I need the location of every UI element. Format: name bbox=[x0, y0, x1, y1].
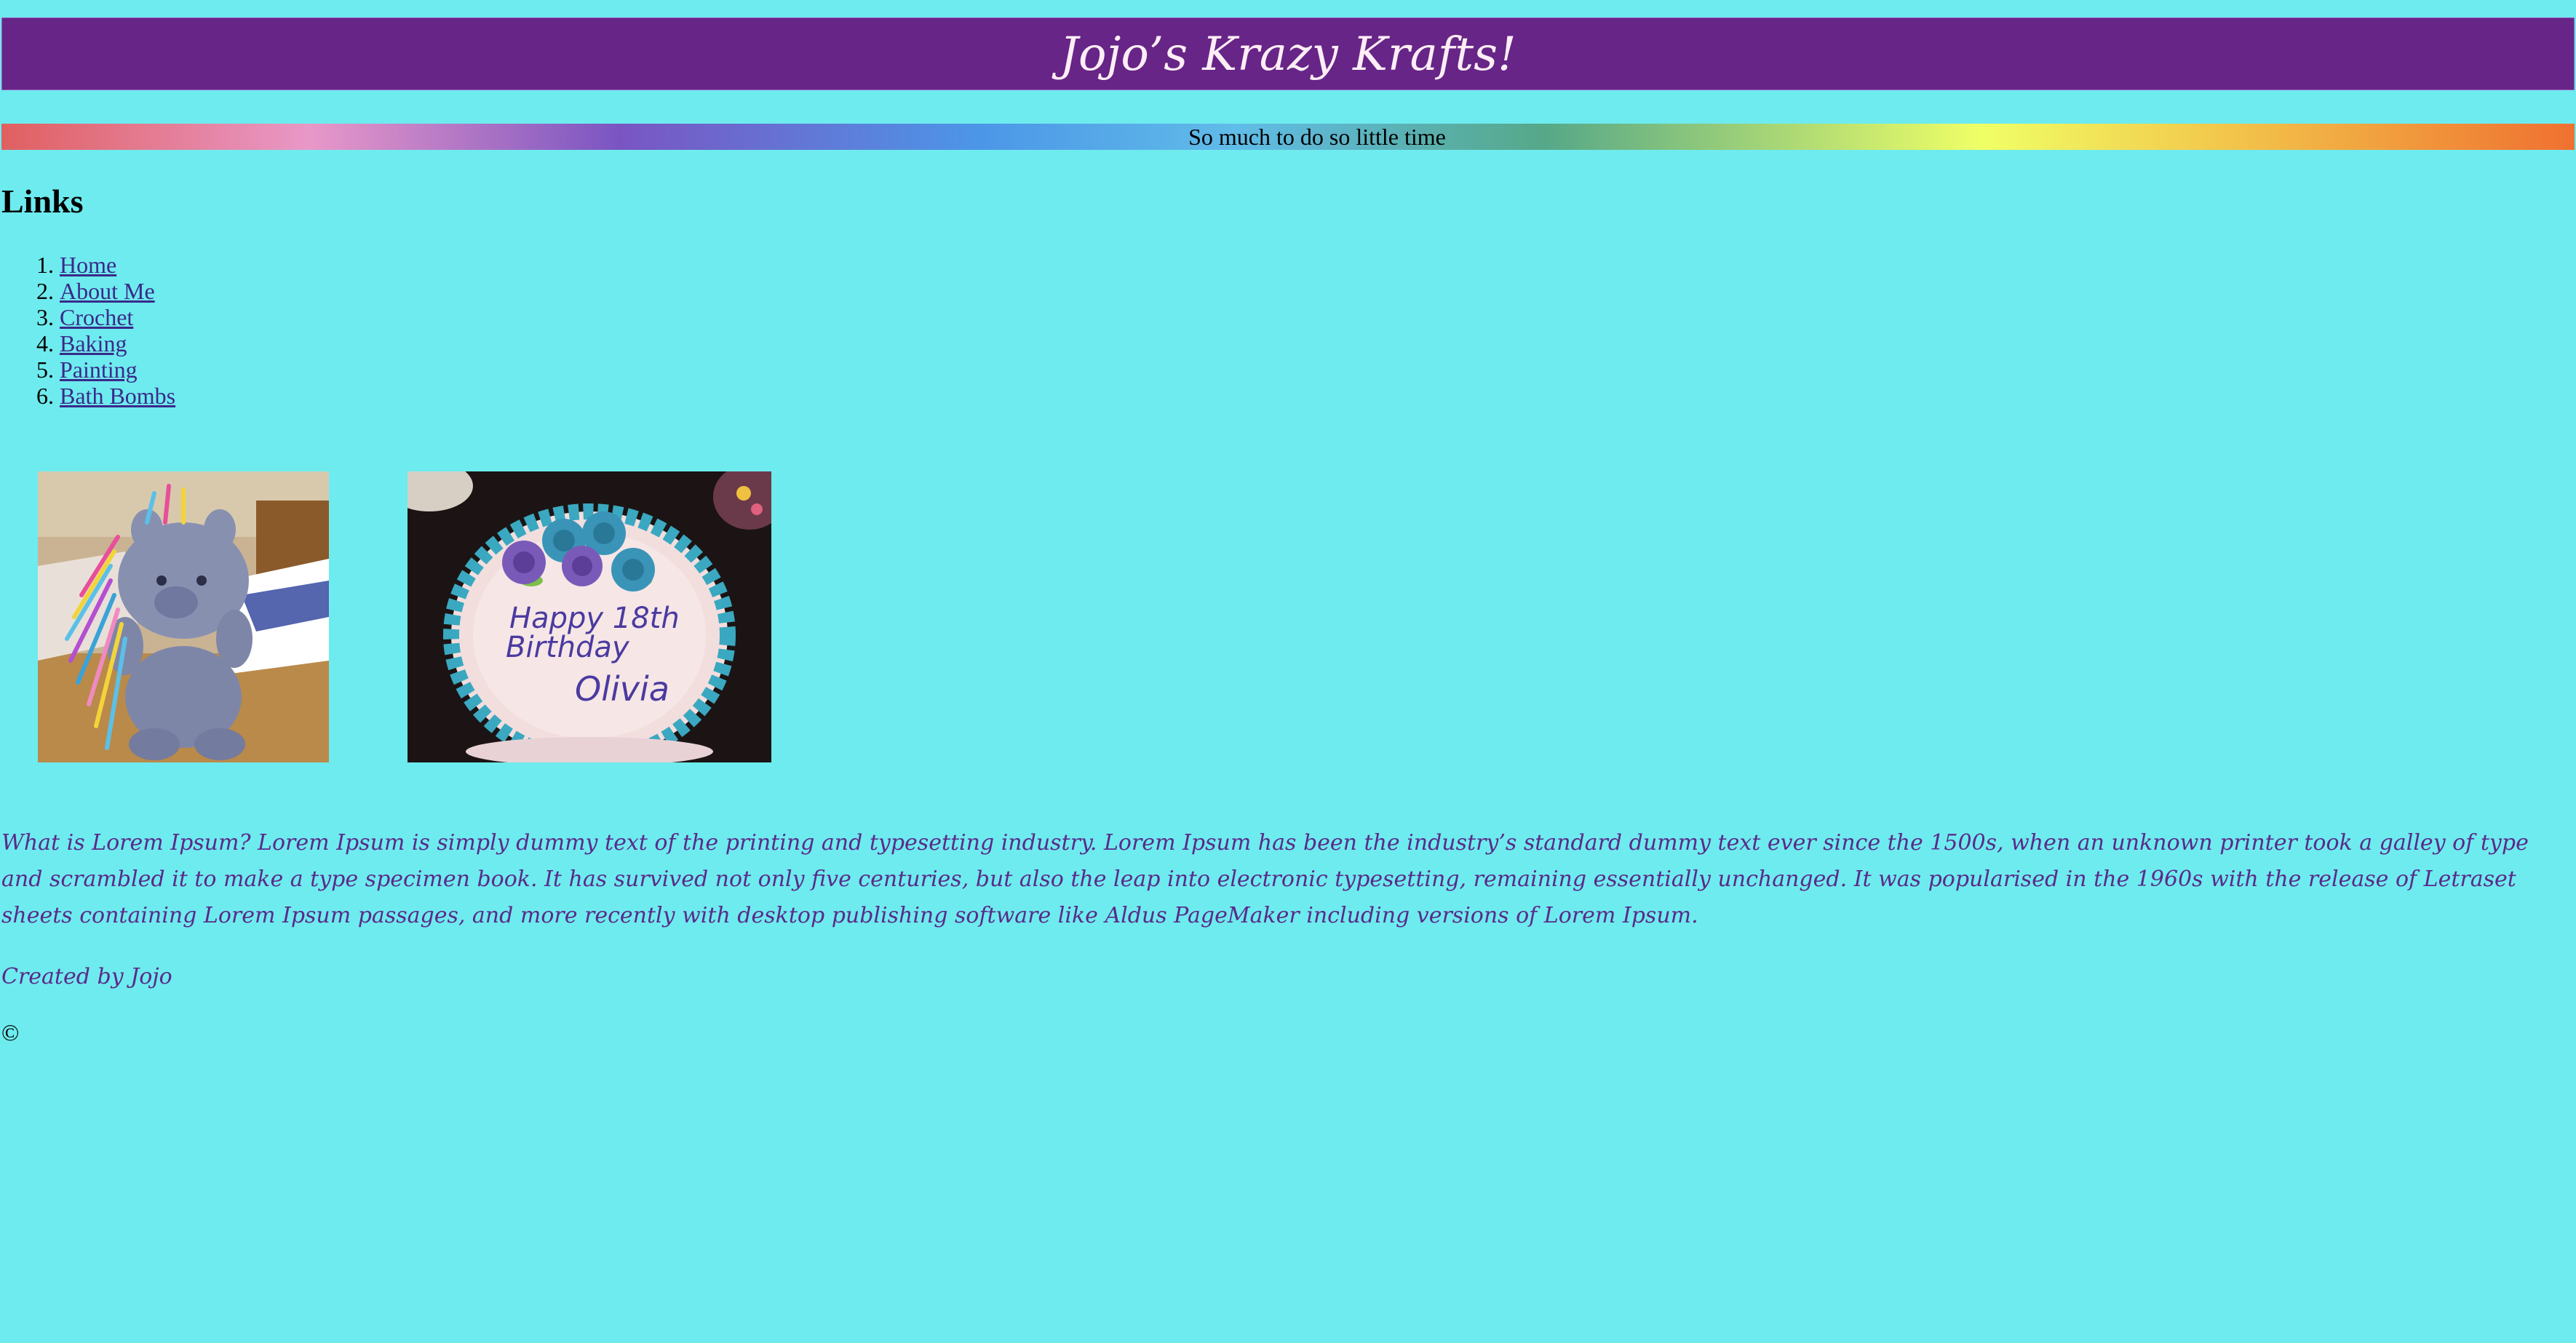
footer-credit: Created by Jojo bbox=[1, 964, 172, 989]
list-item: Painting bbox=[60, 356, 175, 383]
links-list: Home About Me Crochet Baking Painting Ba… bbox=[1, 252, 175, 409]
list-item: Home bbox=[60, 252, 175, 278]
crochet-photo bbox=[38, 471, 329, 762]
link-home[interactable]: Home bbox=[60, 252, 116, 278]
list-item: Crochet bbox=[60, 304, 175, 330]
cake-image: Happy 18th Birthday Olivia bbox=[408, 471, 771, 762]
link-about-me[interactable]: About Me bbox=[60, 278, 155, 304]
crochet-image bbox=[38, 471, 329, 762]
link-bath-bombs[interactable]: Bath Bombs bbox=[60, 383, 175, 409]
body-paragraph: What is Lorem Ipsum? Lorem Ipsum is simp… bbox=[1, 830, 2529, 928]
rainbow-banner: So much to do so little time bbox=[1, 124, 2575, 150]
links-heading: Links bbox=[1, 183, 84, 220]
cake-text-line3: Olivia bbox=[575, 669, 669, 709]
list-item: Baking bbox=[60, 330, 175, 356]
cake-text-line2: Birthday bbox=[506, 631, 630, 664]
link-baking[interactable]: Baking bbox=[60, 330, 127, 356]
link-crochet[interactable]: Crochet bbox=[60, 304, 133, 330]
cake-photo: Happy 18th Birthday Olivia bbox=[408, 471, 771, 762]
list-item: Bath Bombs bbox=[60, 383, 175, 409]
list-item: About Me bbox=[60, 278, 175, 304]
header-banner: Jojo’s Krazy Krafts! bbox=[1, 17, 2575, 90]
site-title: Jojo’s Krazy Krafts! bbox=[1060, 28, 1516, 81]
tagline: So much to do so little time bbox=[1188, 124, 1446, 150]
page: Jojo’s Krazy Krafts! So much to do so li… bbox=[0, 0, 2576, 1343]
link-painting[interactable]: Painting bbox=[60, 356, 138, 383]
copyright-symbol: © bbox=[1, 1019, 20, 1045]
